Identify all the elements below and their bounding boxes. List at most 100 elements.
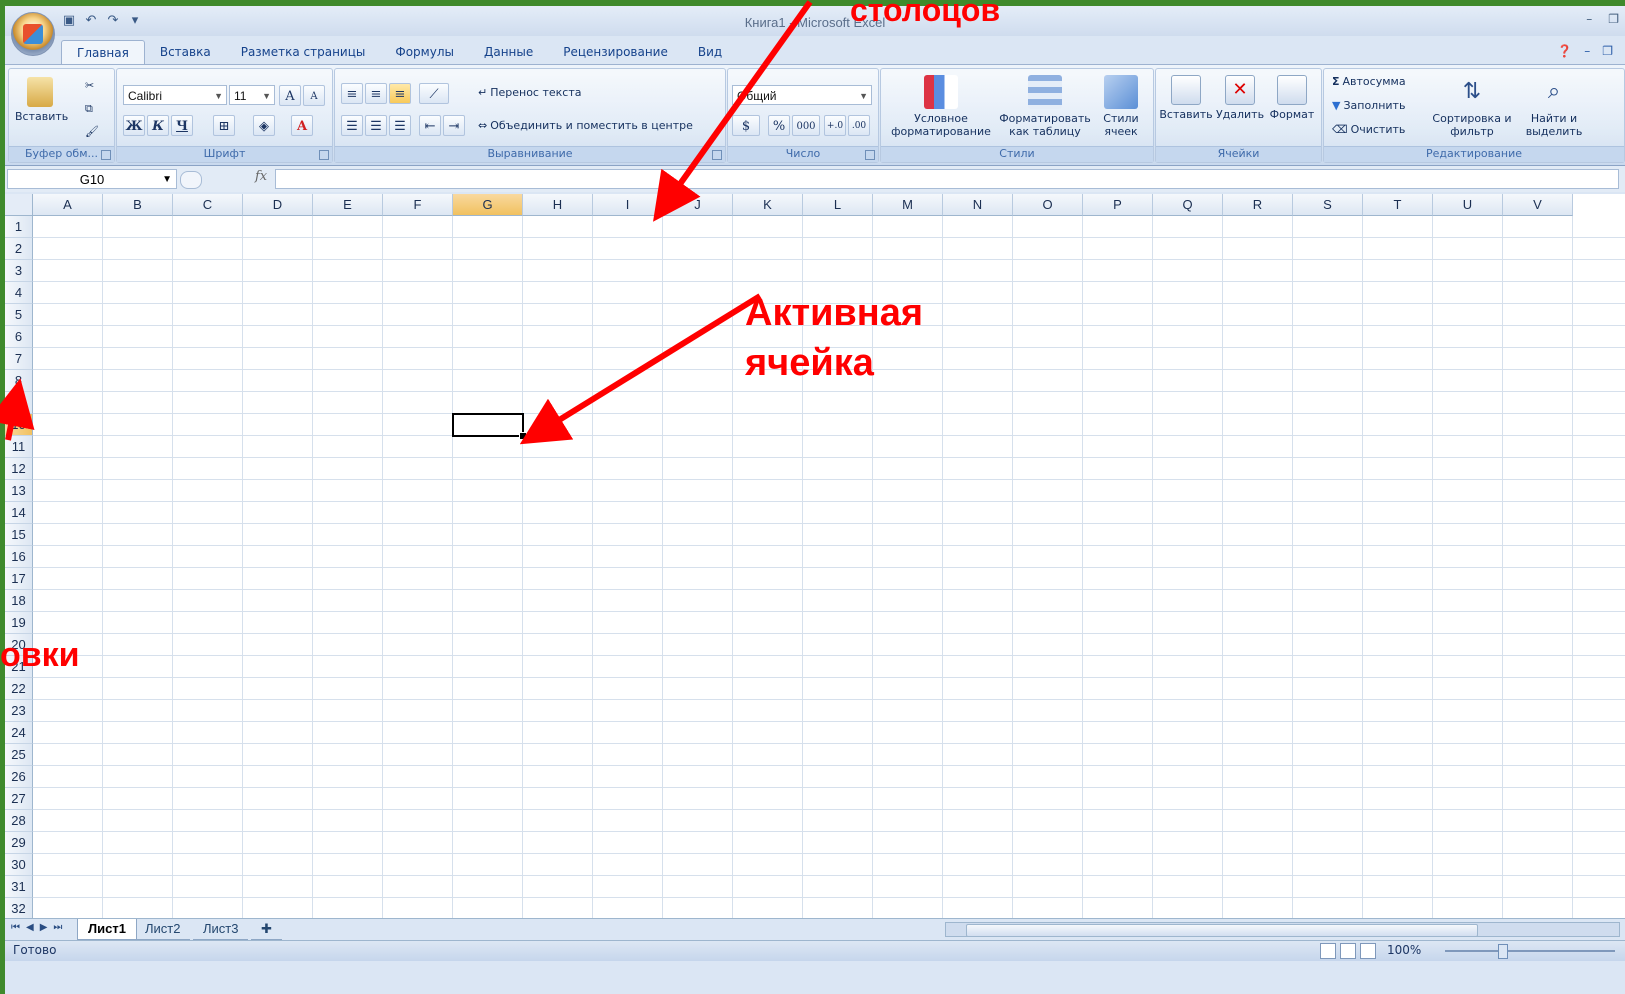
tab-view[interactable]: Вид xyxy=(683,40,737,64)
row-header-26[interactable]: 26 xyxy=(5,766,33,788)
help-icon[interactable]: ❓ xyxy=(1557,44,1572,58)
column-header-d[interactable]: D xyxy=(243,194,313,216)
row-header-8[interactable]: 8 xyxy=(5,370,33,392)
paste-button[interactable]: Вставить xyxy=(15,77,68,123)
dialog-launcher-icon[interactable] xyxy=(101,150,111,160)
fill-button[interactable]: ▼ Заполнить xyxy=(1332,99,1405,112)
active-cell[interactable] xyxy=(452,413,524,437)
row-header-9[interactable]: 9 xyxy=(5,392,33,414)
workbook-minimize-icon[interactable]: – xyxy=(1584,44,1590,58)
find-select-button[interactable]: ⌕ Найти и выделить xyxy=(1514,75,1594,138)
row-header-30[interactable]: 30 xyxy=(5,854,33,876)
shrink-font-button[interactable]: A xyxy=(303,85,325,106)
column-header-h[interactable]: H xyxy=(523,194,593,216)
conditional-formatting-button[interactable]: Условное форматирование xyxy=(885,75,997,138)
decrease-indent-icon[interactable]: ⇤ xyxy=(419,115,441,136)
format-cells-button[interactable]: Формат xyxy=(1266,75,1318,121)
column-header-p[interactable]: P xyxy=(1083,194,1153,216)
row-header-22[interactable]: 22 xyxy=(5,678,33,700)
align-right-icon[interactable]: ☰ xyxy=(389,115,411,136)
align-left-icon[interactable]: ☰ xyxy=(341,115,363,136)
tab-review[interactable]: Рецензирование xyxy=(548,40,683,64)
page-break-view-icon[interactable] xyxy=(1360,943,1376,959)
borders-icon[interactable]: ⊞ xyxy=(213,115,235,136)
formula-bar-resize-icon[interactable] xyxy=(180,171,202,189)
sheet-tab-1[interactable]: Лист1 xyxy=(77,919,137,940)
tab-page-layout[interactable]: Разметка страницы xyxy=(226,40,381,64)
row-header-15[interactable]: 15 xyxy=(5,524,33,546)
orientation-icon[interactable]: ⟋ xyxy=(419,83,449,104)
merge-center-button[interactable]: ⇔ Объединить и поместить в центре xyxy=(478,119,693,132)
row-header-6[interactable]: 6 xyxy=(5,326,33,348)
row-header-5[interactable]: 5 xyxy=(5,304,33,326)
row-header-28[interactable]: 28 xyxy=(5,810,33,832)
normal-view-icon[interactable] xyxy=(1320,943,1336,959)
tab-data[interactable]: Данные xyxy=(469,40,548,64)
align-top-icon[interactable]: ≡ xyxy=(341,83,363,104)
name-box[interactable]: G10 ▼ xyxy=(7,169,177,189)
fill-color-icon[interactable]: ◈ xyxy=(253,115,275,136)
row-header-18[interactable]: 18 xyxy=(5,590,33,612)
sheet-tab-3[interactable]: Лист3 xyxy=(193,919,249,940)
row-header-29[interactable]: 29 xyxy=(5,832,33,854)
scrollbar-thumb[interactable] xyxy=(966,924,1478,937)
number-format-combo[interactable]: Общий ▼ xyxy=(732,85,872,105)
italic-button[interactable]: К xyxy=(147,115,169,136)
align-middle-icon[interactable]: ≡ xyxy=(365,83,387,104)
office-button[interactable] xyxy=(11,12,55,56)
row-header-27[interactable]: 27 xyxy=(5,788,33,810)
fill-handle[interactable] xyxy=(519,432,527,440)
sheet-tab-2[interactable]: Лист2 xyxy=(135,919,191,940)
align-center-icon[interactable]: ☰ xyxy=(365,115,387,136)
row-header-14[interactable]: 14 xyxy=(5,502,33,524)
row-header-10[interactable]: 10 xyxy=(5,414,33,436)
column-header-m[interactable]: M xyxy=(873,194,943,216)
align-bottom-icon[interactable]: ≡ xyxy=(389,83,411,104)
row-header-2[interactable]: 2 xyxy=(5,238,33,260)
font-size-combo[interactable]: 11 ▼ xyxy=(229,85,275,105)
column-header-a[interactable]: A xyxy=(33,194,103,216)
restore-icon[interactable]: ❐ xyxy=(1608,12,1619,26)
row-header-4[interactable]: 4 xyxy=(5,282,33,304)
zoom-level[interactable]: 100% xyxy=(1387,943,1421,957)
percent-button[interactable]: % xyxy=(768,115,790,136)
column-header-c[interactable]: C xyxy=(173,194,243,216)
row-header-24[interactable]: 24 xyxy=(5,722,33,744)
column-header-k[interactable]: K xyxy=(733,194,803,216)
thousands-button[interactable]: 000 xyxy=(792,115,820,136)
row-header-11[interactable]: 11 xyxy=(5,436,33,458)
tab-insert[interactable]: Вставка xyxy=(145,40,226,64)
clear-button[interactable]: ⌫ Очистить xyxy=(1332,123,1405,136)
select-all-corner[interactable] xyxy=(5,194,33,216)
zoom-slider-knob[interactable] xyxy=(1498,944,1508,959)
column-header-u[interactable]: U xyxy=(1433,194,1503,216)
wrap-text-button[interactable]: ↵ Перенос текста xyxy=(478,86,582,99)
format-as-table-button[interactable]: Форматировать как таблицу xyxy=(999,75,1091,138)
column-header-q[interactable]: Q xyxy=(1153,194,1223,216)
format-painter-icon[interactable]: 🖌 xyxy=(85,125,99,138)
row-header-25[interactable]: 25 xyxy=(5,744,33,766)
currency-icon[interactable]: $ xyxy=(732,115,760,136)
dialog-launcher-icon[interactable] xyxy=(319,150,329,160)
insert-sheet-icon[interactable]: ✚ xyxy=(251,919,282,940)
sort-filter-button[interactable]: ⇅ Сортировка и фильтр xyxy=(1432,75,1512,138)
sheet-nav-icons[interactable]: ⏮◀▶⏭ xyxy=(11,922,68,933)
row-header-7[interactable]: 7 xyxy=(5,348,33,370)
underline-button[interactable]: Ч xyxy=(171,115,193,136)
column-header-n[interactable]: N xyxy=(943,194,1013,216)
formula-input[interactable] xyxy=(275,169,1619,189)
dialog-launcher-icon[interactable] xyxy=(712,150,722,160)
delete-cells-button[interactable]: ✕ Удалить xyxy=(1214,75,1266,121)
cut-icon[interactable]: ✂ xyxy=(85,79,94,92)
cell-styles-button[interactable]: Стили ячеек xyxy=(1095,75,1147,138)
row-header-16[interactable]: 16 xyxy=(5,546,33,568)
column-header-o[interactable]: O xyxy=(1013,194,1083,216)
column-header-v[interactable]: V xyxy=(1503,194,1573,216)
row-header-19[interactable]: 19 xyxy=(5,612,33,634)
dialog-launcher-icon[interactable] xyxy=(865,150,875,160)
column-header-t[interactable]: T xyxy=(1363,194,1433,216)
autosum-button[interactable]: Σ Автосумма xyxy=(1332,75,1406,88)
row-header-32[interactable]: 32 xyxy=(5,898,33,920)
grow-font-button[interactable]: A xyxy=(279,85,301,106)
column-header-j[interactable]: J xyxy=(663,194,733,216)
